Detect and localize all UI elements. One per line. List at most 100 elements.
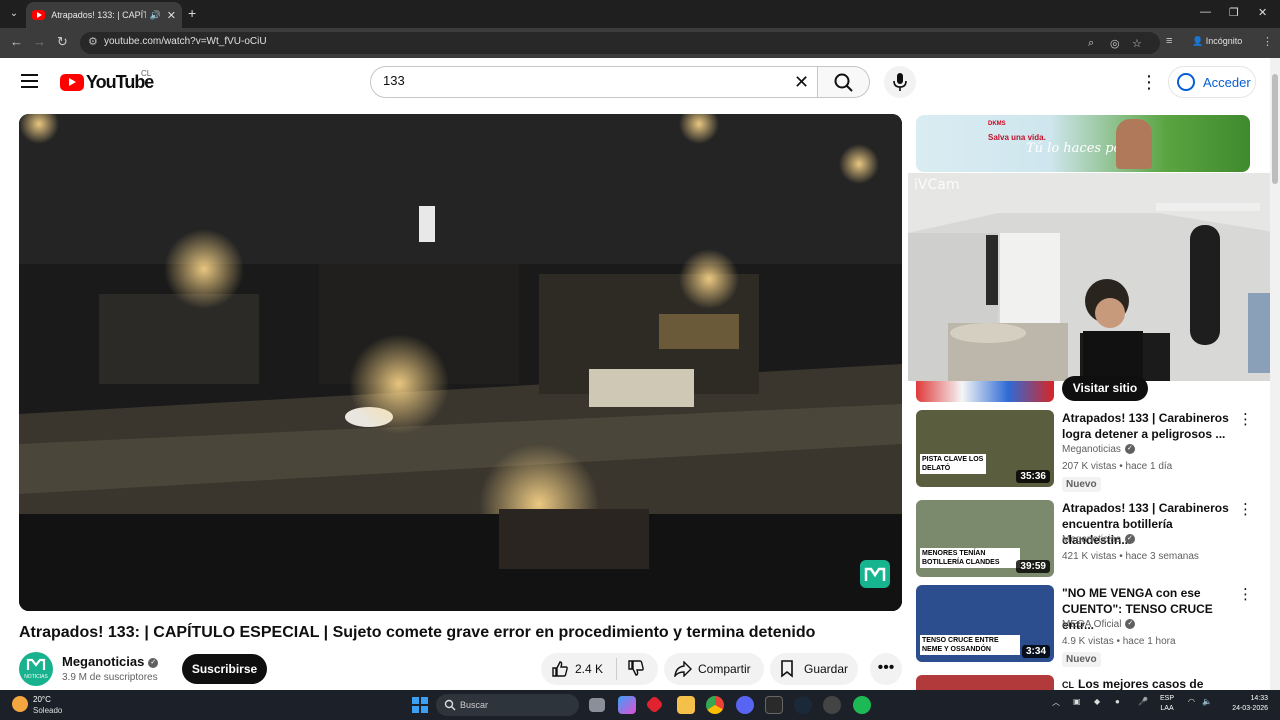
share-icon (674, 661, 692, 677)
chrome-icon[interactable] (706, 696, 724, 714)
recommendation-menu-icon[interactable]: ⋮ (1238, 500, 1253, 518)
video-thumbnail[interactable] (916, 675, 1054, 690)
recommendation-channel-text: Meganoticias (1062, 444, 1121, 455)
close-tab-icon[interactable]: ✕ (167, 9, 176, 22)
voice-search-button[interactable] (884, 66, 916, 98)
bookmark-star-icon[interactable]: ☆ (1132, 37, 1142, 50)
channel-name[interactable]: Meganoticias ✓ (62, 654, 159, 669)
tray-chevron-icon[interactable]: ︿ (1052, 697, 1060, 708)
webcam-label: iVCam (914, 177, 960, 193)
discord-icon[interactable] (736, 696, 754, 714)
like-count: 2.4 K (575, 662, 604, 676)
weather-sun-icon[interactable] (12, 696, 28, 712)
account-icon (1177, 73, 1195, 91)
channel-avatar[interactable]: NOTICIAS (19, 652, 53, 686)
recommendation-item[interactable]: MENORES TENÍAN BOTILLERÍA CLANDES 39:59 … (916, 500, 1261, 582)
task-view-icon[interactable] (589, 698, 605, 712)
taskbar-search[interactable]: Buscar (436, 694, 579, 716)
video-thumbnail[interactable]: MENORES TENÍAN BOTILLERÍA CLANDES 39:59 (916, 500, 1054, 577)
video-player[interactable] (19, 114, 902, 611)
site-info-icon[interactable]: ⚙ (88, 35, 98, 48)
visit-site-button[interactable]: Visitar sitio (1062, 376, 1148, 401)
page-scrollbar[interactable] (1270, 58, 1280, 690)
volume-icon[interactable]: 🔈 (1202, 697, 1212, 706)
reload-icon[interactable]: ↻ (57, 34, 68, 50)
search-button[interactable] (818, 66, 870, 98)
video-thumbnail[interactable]: PISTA CLAVE LOS DELATÓ 35:36 (916, 410, 1054, 487)
file-explorer-icon[interactable] (677, 696, 695, 714)
subscribe-button[interactable]: Suscribirse (182, 654, 267, 684)
epic-games-icon[interactable] (765, 696, 783, 714)
browser-tab[interactable]: Atrapados! 133: | CAPÍTULO ESPECIAL 🔊 ✕ (26, 2, 182, 28)
video-thumbnail[interactable]: TENSO CRUCE ENTRE NEME Y OSSANDÓN 3:34 (916, 585, 1054, 662)
copilot-icon[interactable] (618, 696, 636, 714)
country-code: CL (141, 69, 152, 78)
obs-icon[interactable] (823, 696, 841, 714)
recommendation-title-text: Los mejores casos de CHILE (1078, 677, 1204, 690)
new-tab-button[interactable]: + (188, 5, 196, 21)
sign-in-label: Acceder (1203, 74, 1251, 90)
url-text: youtube.com/watch?v=Wt_fVU-oCiU (104, 36, 267, 47)
zoom-icon[interactable]: ⌕ (1088, 37, 1094, 50)
red-app-icon[interactable] (645, 695, 664, 714)
thumbnail-overlay-label: PISTA CLAVE LOS DELATÓ (920, 454, 986, 474)
microphone-icon (893, 73, 907, 91)
close-window-icon[interactable]: ✕ (1258, 6, 1267, 19)
recommendation-menu-icon[interactable]: ⋮ (1238, 585, 1253, 603)
tray-app-icon-2[interactable]: ◆ (1094, 697, 1100, 706)
start-menu-icon[interactable] (412, 697, 428, 713)
sign-in-button[interactable]: Acceder (1168, 66, 1256, 98)
language-indicator[interactable]: ESP LAA (1160, 694, 1174, 714)
tray-app-icon-3[interactable]: ● (1115, 697, 1120, 706)
system-clock[interactable]: 14:33 24-03-2026 (1226, 694, 1268, 714)
clear-search-icon[interactable]: ✕ (794, 72, 809, 93)
tray-microphone-icon[interactable]: 🎤 (1138, 697, 1148, 706)
tray-app-icon[interactable]: ▣ (1073, 697, 1081, 706)
recommendation-channel[interactable]: MEGA Oficial ✓ (1062, 619, 1136, 630)
browser-menu-icon[interactable]: ⋮ (1262, 35, 1273, 48)
save-label: Guardar (804, 662, 849, 676)
recommendation-meta: 421 K vistas • hace 3 semanas (1062, 551, 1199, 562)
recommendation-channel[interactable]: Meganoticias ✓ (1062, 444, 1135, 455)
recommendation-item[interactable]: PISTA CLAVE LOS DELATÓ 35:36 Atrapados! … (916, 410, 1261, 492)
forward-icon[interactable]: → (33, 34, 46, 49)
verified-icon: ✓ (148, 657, 159, 668)
recommendation-title[interactable]: Atrapados! 133 | Carabineros logra deten… (1062, 410, 1238, 442)
ad-banner[interactable]: DKMS Salva una vida. Tú lo haces posible (916, 115, 1250, 172)
search-input[interactable] (383, 73, 763, 88)
like-button[interactable]: 2.4 K (541, 658, 617, 680)
steam-icon[interactable] (794, 696, 812, 714)
recommendation-title[interactable]: CL Los mejores casos de CHILE (1062, 676, 1238, 690)
youtube-logo[interactable]: YouTube CL (60, 69, 154, 93)
reading-list-icon[interactable]: ≡ (1166, 35, 1172, 47)
thumbnail-overlay-label: MENORES TENÍAN BOTILLERÍA CLANDES (920, 548, 1020, 568)
thumbs-up-icon (552, 661, 568, 677)
minimize-icon[interactable]: — (1200, 6, 1211, 18)
restore-icon[interactable]: ❐ (1229, 6, 1239, 19)
share-button[interactable]: Compartir (664, 653, 764, 685)
subscriber-count: 3.9 M de suscriptores (62, 672, 158, 683)
tab-search-button[interactable]: ⌄ (4, 4, 24, 24)
recommendation-item[interactable]: CL Los mejores casos de CHILE (916, 675, 1261, 690)
channel-initials: CL (1062, 680, 1074, 690)
video-duration: 3:34 (1021, 645, 1050, 658)
settings-more-icon[interactable]: ⋮ (1140, 72, 1158, 93)
dislike-button[interactable] (617, 659, 645, 680)
wifi-icon[interactable]: ◠ (1188, 697, 1195, 706)
save-button[interactable]: Guardar (770, 653, 858, 685)
scrollbar-thumb[interactable] (1272, 74, 1278, 184)
recommendation-item[interactable]: TENSO CRUCE ENTRE NEME Y OSSANDÓN 3:34 "… (916, 585, 1261, 667)
menu-icon[interactable] (21, 74, 38, 88)
back-icon[interactable]: ← (10, 34, 23, 49)
keyboard-layout: LAA (1160, 705, 1174, 712)
speaker-icon[interactable]: 🔊 (150, 10, 161, 21)
url-field[interactable]: ⚙ youtube.com/watch?v=Wt_fVU-oCiU ⌕ ◎ ☆ (80, 32, 1160, 54)
recommendation-menu-icon[interactable]: ⋮ (1238, 410, 1253, 428)
partial-thumbnail-strip (916, 381, 1054, 402)
tracking-eye-icon[interactable]: ◎ (1110, 37, 1120, 50)
recommendation-meta: 4.9 K vistas • hace 1 hora (1062, 636, 1176, 647)
spotify-icon[interactable] (853, 696, 871, 714)
recommendation-channel[interactable]: Meganoticias ✓ (1062, 534, 1135, 545)
incognito-label[interactable]: 👤 Incógnito (1192, 36, 1242, 47)
more-actions-button[interactable]: ••• (870, 653, 902, 685)
